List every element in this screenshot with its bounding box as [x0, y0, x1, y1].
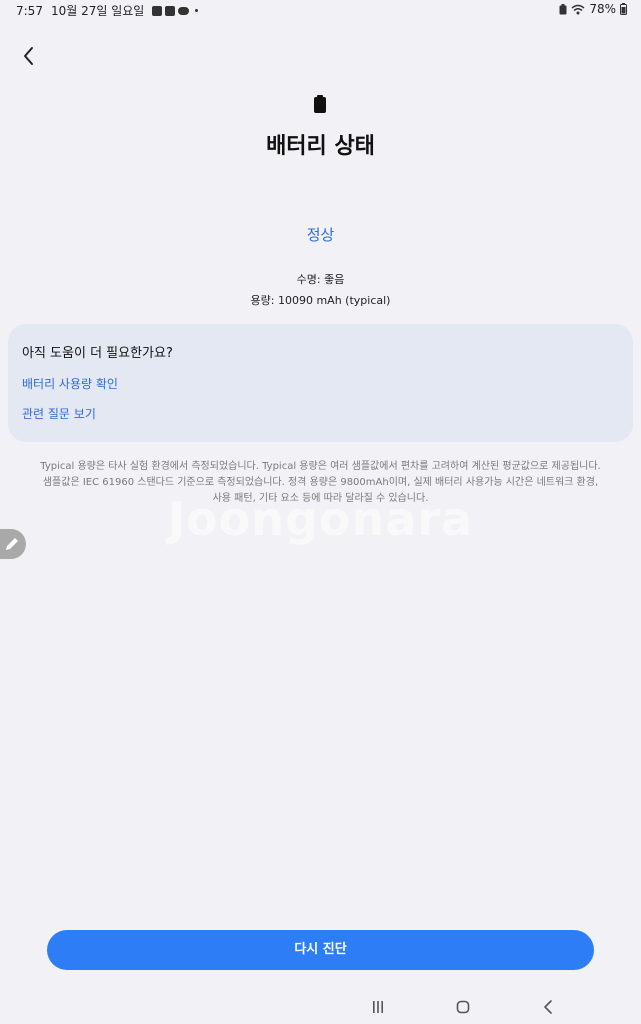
lifespan-text: 수명: 좋음 [296, 273, 345, 286]
page-title: 배터리 상태 [266, 134, 375, 159]
back-arrow-icon [24, 47, 33, 65]
edit-floating-button[interactable] [0, 529, 26, 559]
edit-pencil-icon [6, 538, 18, 550]
watermark: Joongonara [167, 492, 474, 546]
status-date: 10월 27일 일요일 [50, 4, 145, 18]
recent-apps-button[interactable] [363, 994, 393, 1020]
status-battery-icon [620, 3, 627, 15]
help-card: 아직 도움이 더 필요한가요? 배터리 사용량 확인 관련 질문 보기 [8, 324, 633, 442]
notification-icons [152, 5, 199, 16]
home-button[interactable] [448, 994, 478, 1020]
help-title: 아직 도움이 더 필요한가요? [22, 346, 173, 361]
home-icon [456, 1000, 470, 1014]
battery-icon [314, 95, 326, 113]
battery-saver-icon [559, 3, 567, 14]
status-bar-right: 78% [559, 2, 627, 16]
status-bar: 7:57 10월 27일 일요일 78% [0, 0, 641, 20]
status-bar-left: 7:57 10월 27일 일요일 [16, 2, 199, 19]
related-questions-link[interactable]: 관련 질문 보기 [22, 405, 96, 422]
navigation-bar [0, 994, 641, 1020]
battery-usage-link[interactable]: 배터리 사용량 확인 [22, 375, 118, 392]
disclaimer-line-1: Typical 용량은 타사 실험 환경에서 측정되었습니다. Typical … [40, 461, 601, 472]
recent-apps-icon [373, 1001, 383, 1013]
battery-percent: 78% [589, 2, 616, 16]
weather-notification-icon [178, 6, 190, 15]
status-time: 7:57 [16, 3, 43, 18]
back-button[interactable] [18, 42, 42, 70]
nav-back-button[interactable] [533, 994, 563, 1020]
battery-status: 정상 [306, 226, 335, 244]
more-notifications-icon [195, 9, 199, 12]
disclaimer-line-2: 샘플값은 IEC 61960 스탠다드 기준으로 측정되었습니다. 정격 용량은… [42, 477, 599, 488]
checkbox-notification-icon [165, 5, 176, 16]
gallery-notification-icon [152, 5, 163, 16]
capacity-text: 용량: 10090 mAh (typical) [250, 294, 391, 307]
nav-back-icon [544, 1000, 552, 1014]
wifi-icon [571, 4, 585, 14]
rediagnose-button[interactable]: 다시 진단 [47, 930, 594, 970]
